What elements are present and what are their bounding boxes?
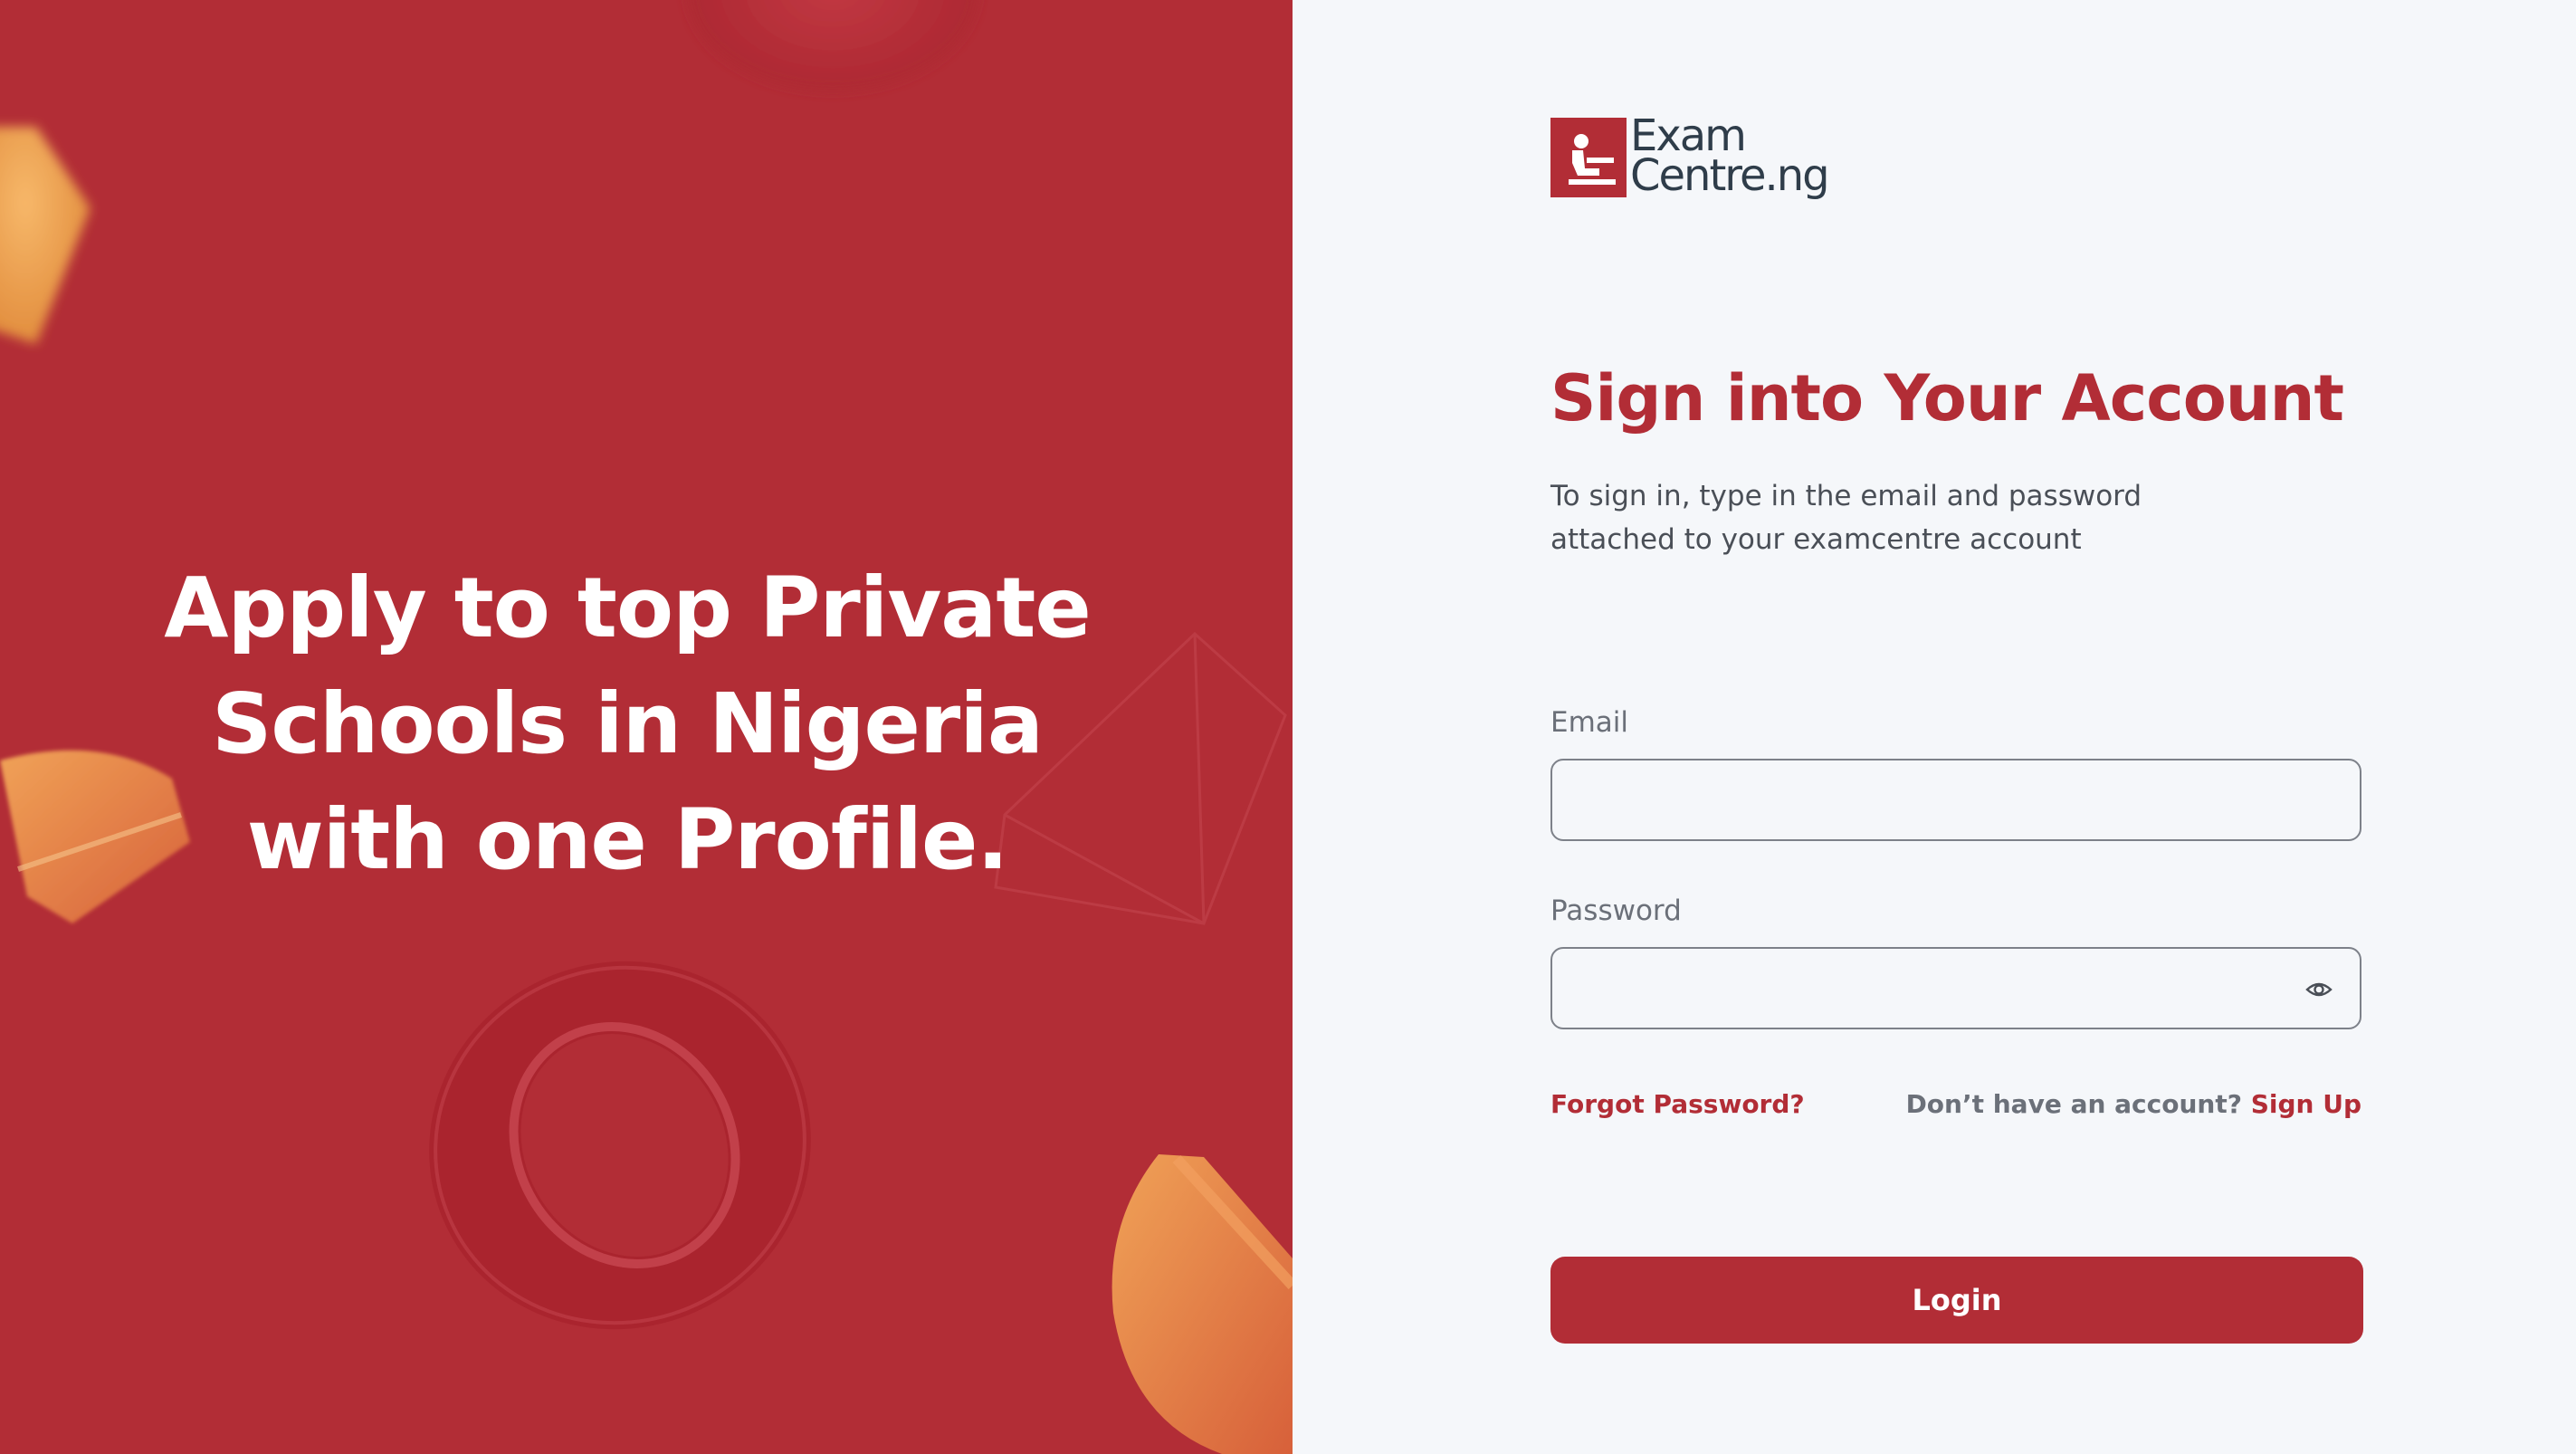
sign-up-link[interactable]: Sign Up bbox=[2251, 1089, 2361, 1119]
password-field[interactable] bbox=[1552, 949, 2360, 1028]
hero-panel: Apply to top Private Schools in Nigeria … bbox=[0, 0, 1293, 1454]
hero-headline-line-3: with one Profile. bbox=[246, 791, 1009, 888]
password-field-wrapper bbox=[1550, 947, 2361, 1029]
page-subtitle: To sign in, type in the email and passwo… bbox=[1550, 480, 2142, 556]
examcentre-logo[interactable]: Exam Centre.ng bbox=[1550, 114, 1830, 206]
hero-headline: Apply to top Private Schools in Nigeria … bbox=[0, 550, 1255, 898]
password-label: Password bbox=[1550, 894, 1682, 927]
red-blob-top bbox=[688, 0, 978, 91]
login-page: Apply to top Private Schools in Nigeria … bbox=[0, 0, 2576, 1454]
signup-prompt: Don’t have an account? bbox=[1905, 1089, 2251, 1119]
hero-headline-line-2: Schools in Nigeria bbox=[212, 675, 1044, 772]
email-field-wrapper bbox=[1550, 759, 2361, 841]
login-button[interactable]: Login bbox=[1550, 1257, 2363, 1344]
sign-in-panel: Exam Centre.ng Sign into Your Account To… bbox=[1293, 0, 2576, 1454]
eye-icon[interactable] bbox=[2305, 976, 2333, 1003]
red-torus bbox=[429, 961, 811, 1330]
signup-row: Don’t have an account? Sign Up bbox=[1906, 1086, 2361, 1123]
page-title: Sign into Your Account bbox=[1550, 361, 2344, 435]
email-label: Email bbox=[1550, 706, 1629, 739]
email-field[interactable] bbox=[1552, 760, 2360, 839]
forgot-password-link[interactable]: Forgot Password? bbox=[1550, 1086, 1805, 1123]
student-at-desk-icon bbox=[1550, 118, 1627, 197]
orange-crystal-left bbox=[0, 127, 91, 344]
hero-headline-line-1: Apply to top Private bbox=[164, 560, 1092, 656]
orange-half-disc bbox=[1111, 1154, 1293, 1454]
logo-wordmark: Exam Centre.ng bbox=[1630, 114, 1830, 201]
logo-line-2: Centre.ng bbox=[1630, 150, 1830, 201]
